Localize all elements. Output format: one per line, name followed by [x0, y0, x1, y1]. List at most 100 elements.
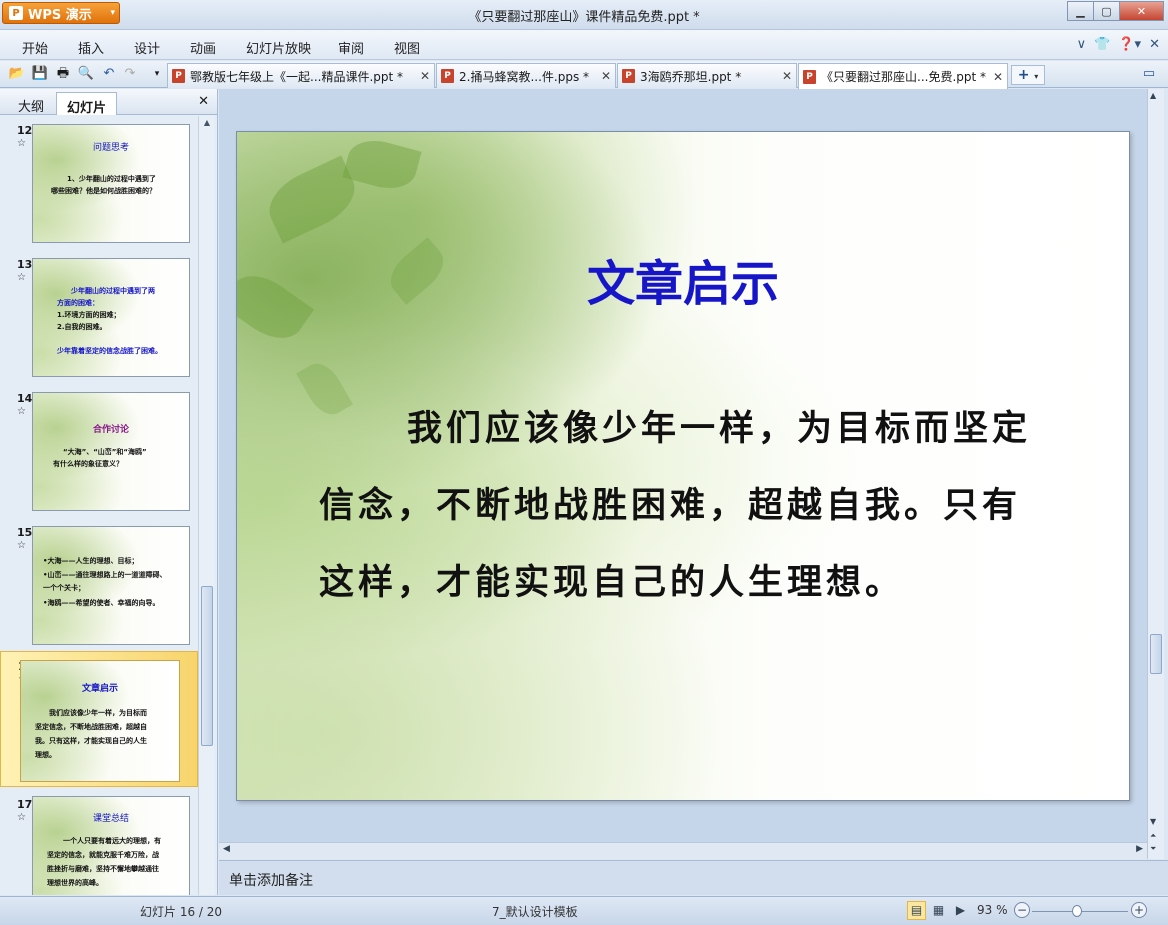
animation-star-icon: ☆ — [17, 406, 26, 417]
mini-line: 哪些困难？他是如何战胜困难的？ — [51, 187, 156, 195]
mini-line: •海鸥——希望的使者、幸福的向导。 — [43, 599, 160, 607]
slide-sorter-button[interactable]: ▦ — [929, 901, 948, 920]
mini-line: 我们应该像少年一样，为目标而 — [49, 709, 147, 717]
doc-tab-3[interactable]: P 3海鸥乔那坦.ppt * ✕ — [617, 63, 797, 88]
slide-number: 13 — [17, 258, 33, 271]
slide-preview: 文章启示 我们应该像少年一样，为目标而 坚定信念，不断地战胜困难，超越自 我。只… — [20, 660, 180, 782]
menu-insert[interactable]: 插入 — [78, 38, 104, 57]
maximize-button[interactable]: ▢ — [1093, 1, 1120, 21]
close-doc-icon[interactable]: ✕ — [1149, 37, 1160, 52]
notes-pane[interactable]: 单击添加备注 — [219, 860, 1168, 895]
print-icon[interactable]: 🖶 — [54, 65, 72, 83]
menu-animation[interactable]: 动画 — [190, 38, 216, 57]
animation-star-icon: ☆ — [17, 272, 26, 283]
customize-toolbar-icon[interactable]: ▾ — [148, 65, 166, 83]
menu-home[interactable]: 开始 — [22, 38, 48, 57]
slide-thumb-15[interactable]: 15 ☆ •大海——人生的理想、目标； •山峦——通往理想路上的一道道障碍、 一… — [0, 518, 198, 648]
slide-number: 14 — [17, 392, 33, 405]
scroll-right-icon[interactable]: ▶ — [1136, 844, 1143, 854]
print-preview-icon[interactable]: 🔍 — [77, 65, 95, 83]
doc-tab-4[interactable]: P 《只要翻过那座山...免费.ppt * ✕ — [798, 63, 1008, 89]
scroll-thumb[interactable] — [201, 586, 213, 746]
slide-body-text[interactable]: 我们应该像少年一样，为目标而坚定信念，不断地战胜困难，超越自我。只有这样，才能实… — [319, 390, 1035, 621]
mini-line: 1、少年翻山的过程中遇到了 — [67, 175, 156, 183]
previous-slide-icon[interactable]: ⏶ — [1150, 831, 1156, 841]
close-tab-icon[interactable]: ✕ — [993, 70, 1003, 84]
zoom-in-button[interactable]: + — [1131, 902, 1147, 918]
mini-line: 一个人只要有着远大的理想，有 — [63, 837, 161, 845]
notes-placeholder: 单击添加备注 — [229, 873, 313, 889]
doc-tab-1[interactable]: P 鄂教版七年级上《一起...精品课件.ppt * ✕ — [167, 63, 435, 88]
zoom-slider-handle[interactable] — [1072, 905, 1082, 917]
close-tab-icon[interactable]: ✕ — [782, 69, 792, 83]
current-slide[interactable]: 文章启示 我们应该像少年一样，为目标而坚定信念，不断地战胜困难，超越自我。只有这… — [236, 131, 1130, 801]
mini-line: •山峦——通往理想路上的一道道障碍、 — [43, 571, 167, 579]
collapse-ribbon-icon[interactable]: ∨ — [1077, 37, 1087, 52]
editor-horizontal-scrollbar[interactable]: ◀ ▶ — [219, 842, 1147, 859]
scroll-thumb[interactable] — [1150, 634, 1162, 674]
thumbnail-scrollbar[interactable]: ▲ — [198, 116, 214, 895]
doc-tab-label: 《只要翻过那座山...免费.ppt * — [821, 70, 987, 84]
close-tab-icon[interactable]: ✕ — [420, 69, 430, 83]
redo-icon[interactable]: ↷ — [121, 65, 139, 83]
scroll-up-icon[interactable]: ▲ — [201, 118, 213, 132]
quick-access-toolbar: 📂 💾 🖶 🔍 ↶ ↷ ▾ P 鄂教版七年级上《一起...精品课件.ppt * … — [0, 61, 1168, 89]
window-controls: ▁ ▢ ✕ — [1067, 1, 1164, 21]
close-pane-icon[interactable]: ✕ — [198, 94, 209, 109]
normal-view-button[interactable]: ▤ — [907, 901, 926, 920]
menu-design[interactable]: 设计 — [134, 38, 160, 57]
doc-tab-2[interactable]: P 2.捅马蜂窝教...件.pps * ✕ — [436, 63, 616, 88]
slide-thumb-12[interactable]: 12 ☆ 问题思考 1、少年翻山的过程中遇到了 哪些困难？他是如何战胜困难的？ — [0, 116, 198, 246]
doc-tab-label: 鄂教版七年级上《一起...精品课件.ppt * — [190, 69, 404, 84]
open-icon[interactable]: 📂 — [8, 65, 26, 83]
tab-outline[interactable]: 大纲 — [8, 92, 54, 115]
slide-thumb-14[interactable]: 14 ☆ 合作讨论 “大海”、“山峦”和“海鸥” 有什么样的象征意义？ — [0, 384, 198, 514]
slide-preview: 少年翻山的过程中遇到了两 方面的困难： 1.环境方面的困难； 2.自我的困难。 … — [32, 258, 190, 377]
mini-title: 文章启示 — [81, 684, 118, 694]
editor-vertical-scrollbar[interactable]: ▲ ▼ ⏶ ⏷ — [1147, 89, 1164, 859]
animation-star-icon: ☆ — [17, 812, 26, 823]
menu-slideshow[interactable]: 幻灯片放映 — [246, 38, 311, 57]
template-name: 7_默认设计模板 — [492, 905, 578, 919]
skin-icon[interactable]: 👕 — [1094, 37, 1110, 52]
mini-line: 少年靠着坚定的信念战胜了困难。 — [57, 347, 162, 355]
ppt-file-icon: P — [441, 69, 454, 83]
close-window-button[interactable]: ✕ — [1119, 1, 1164, 21]
scroll-down-icon[interactable]: ▼ — [1150, 817, 1156, 826]
close-tab-icon[interactable]: ✕ — [601, 69, 611, 83]
slideshow-button[interactable]: ▶ — [951, 901, 970, 920]
slide-thumb-17[interactable]: 17 ☆ 课堂总结 一个人只要有着远大的理想，有 坚定的信念，就能克服千难万险，… — [0, 792, 198, 895]
slides-pane: 大纲 幻灯片 ✕ 12 ☆ 问题思考 1、少年翻山的过程中遇到了 哪些困难？他是… — [0, 89, 218, 895]
menu-bar: 开始 插入 设计 动画 幻灯片放映 审阅 视图 ∨ 👕 ❓▾ ✕ — [0, 30, 1168, 60]
slide-title[interactable]: 文章启示 — [237, 244, 1129, 314]
minimize-button[interactable]: ▁ — [1067, 1, 1094, 21]
mini-line: 理想世界的高峰。 — [47, 879, 103, 887]
save-icon[interactable]: 💾 — [31, 65, 49, 83]
doc-tab-label: 3海鸥乔那坦.ppt * — [640, 69, 742, 84]
ppt-file-icon: P — [803, 69, 816, 84]
new-tab-button[interactable]: + ▾ — [1011, 65, 1045, 85]
zoom-out-button[interactable]: − — [1014, 902, 1030, 918]
help-icon[interactable]: ❓▾ — [1118, 37, 1141, 52]
slide-number: 12 — [17, 124, 33, 137]
status-bar: 幻灯片 16 / 20 7_默认设计模板 ▤ ▦ ▶ 93 % − + — [0, 896, 1168, 925]
slide-thumb-16[interactable]: 16 ☆ 文章启示 我们应该像少年一样，为目标而 坚定信念，不断地战胜困难，超越… — [0, 651, 198, 787]
animation-star-icon: ☆ — [17, 540, 26, 551]
tab-slides[interactable]: 幻灯片 — [56, 92, 118, 116]
mini-line: 理想。 — [35, 751, 56, 759]
scroll-up-icon[interactable]: ▲ — [1150, 91, 1156, 100]
mini-line: 坚定的信念，就能克服千难万险，战 — [47, 851, 159, 859]
slide-thumb-13[interactable]: 13 ☆ 少年翻山的过程中遇到了两 方面的困难： 1.环境方面的困难； 2.自我… — [0, 250, 198, 380]
scroll-left-icon[interactable]: ◀ — [223, 844, 230, 854]
next-slide-icon[interactable]: ⏷ — [1150, 844, 1156, 854]
mini-line: •大海——人生的理想、目标； — [43, 557, 139, 565]
tab-list-icon[interactable]: ▭ — [1140, 65, 1158, 83]
slide-thumbnails: 12 ☆ 问题思考 1、少年翻山的过程中遇到了 哪些困难？他是如何战胜困难的？ … — [0, 116, 198, 895]
undo-icon[interactable]: ↶ — [100, 65, 118, 83]
menu-view[interactable]: 视图 — [394, 38, 420, 57]
slide-preview: 课堂总结 一个人只要有着远大的理想，有 坚定的信念，就能克服千难万险，战 胜挫折… — [32, 796, 190, 895]
mini-line: 一个个关卡； — [43, 584, 85, 592]
ppt-file-icon: P — [622, 69, 635, 83]
menu-review[interactable]: 审阅 — [338, 38, 364, 57]
slide-number: 15 — [17, 526, 33, 539]
